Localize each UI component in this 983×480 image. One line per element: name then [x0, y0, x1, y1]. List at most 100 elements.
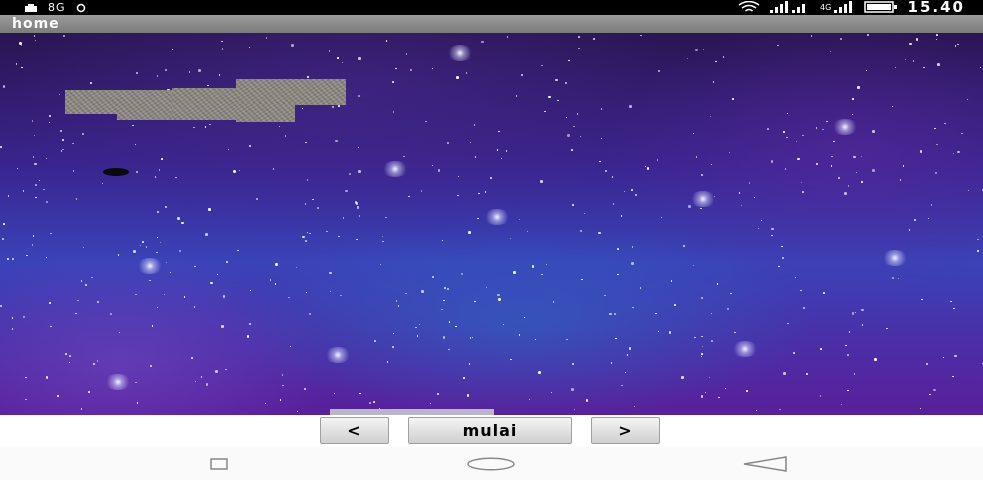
star: [904, 58, 907, 61]
star: [567, 134, 570, 137]
star: [861, 181, 863, 183]
star: [644, 165, 647, 168]
star: [306, 231, 308, 234]
star: [728, 151, 730, 154]
star: [847, 389, 849, 392]
right-button[interactable]: >: [591, 417, 660, 444]
star: [305, 291, 308, 294]
star: [75, 198, 78, 200]
star: [711, 340, 713, 342]
star: [565, 116, 568, 119]
star: [770, 160, 773, 163]
star: [500, 157, 502, 160]
star: [68, 361, 70, 364]
star: [296, 410, 298, 413]
star: [90, 82, 92, 84]
star: [88, 391, 90, 393]
star: [221, 40, 223, 42]
star: [291, 44, 294, 47]
star: [248, 46, 251, 49]
star: [538, 371, 541, 374]
star: [238, 169, 240, 172]
star: [72, 142, 74, 145]
star: [338, 105, 340, 107]
star: [23, 316, 25, 318]
page-title: home: [12, 16, 60, 32]
bright-star: [381, 161, 409, 177]
star: [359, 392, 361, 395]
star: [555, 78, 558, 81]
star: [193, 126, 195, 129]
star: [544, 110, 546, 113]
star: [844, 192, 847, 195]
star: [640, 34, 642, 37]
star: [632, 306, 634, 309]
star: [613, 312, 617, 316]
star: [914, 219, 916, 221]
star: [77, 299, 79, 302]
star: [566, 338, 568, 341]
star: [702, 48, 705, 51]
star: [358, 95, 360, 97]
star: [0, 305, 2, 307]
bright-star: [831, 119, 859, 135]
star: [686, 57, 689, 60]
left-button[interactable]: <: [320, 417, 389, 444]
star: [722, 56, 725, 58]
star: [198, 69, 201, 72]
star: [264, 402, 267, 405]
star: [133, 250, 136, 253]
star: [418, 323, 421, 326]
star: [15, 63, 18, 65]
star: [576, 113, 579, 115]
star: [215, 370, 218, 373]
star: [623, 190, 626, 193]
star: [803, 307, 805, 309]
star: [612, 203, 615, 205]
home-icon[interactable]: [466, 455, 516, 473]
star: [437, 169, 441, 172]
star: [49, 115, 51, 117]
star: [853, 373, 856, 375]
star: [929, 393, 931, 396]
star: [156, 75, 159, 77]
star: [338, 235, 340, 238]
star: [471, 336, 473, 339]
star: [541, 64, 543, 67]
star: [431, 67, 434, 70]
star: [405, 292, 407, 295]
star: [392, 332, 395, 335]
back-icon[interactable]: [740, 455, 790, 473]
star: [457, 175, 459, 177]
star: [392, 346, 394, 348]
star: [132, 124, 134, 126]
star: [668, 331, 671, 334]
star: [156, 251, 158, 254]
star: [145, 246, 148, 248]
brick: [236, 79, 346, 105]
star: [326, 230, 328, 232]
star: [957, 150, 960, 154]
star: [571, 149, 573, 151]
star: [760, 219, 763, 222]
start-button[interactable]: mulai: [408, 417, 572, 444]
star: [194, 380, 196, 383]
star: [631, 189, 633, 191]
star: [410, 69, 412, 71]
star: [816, 163, 818, 165]
star: [617, 248, 619, 250]
control-bar: < mulai >: [0, 415, 983, 447]
star: [831, 155, 833, 158]
star: [72, 170, 74, 172]
star: [810, 35, 813, 37]
recent-apps-icon[interactable]: [194, 455, 244, 473]
star: [289, 345, 292, 348]
star: [156, 306, 158, 309]
game-canvas[interactable]: [0, 33, 983, 415]
star: [22, 190, 24, 192]
star: [233, 170, 236, 173]
star: [815, 127, 818, 129]
brick: [65, 90, 120, 114]
star: [935, 38, 938, 40]
star: [700, 207, 702, 209]
